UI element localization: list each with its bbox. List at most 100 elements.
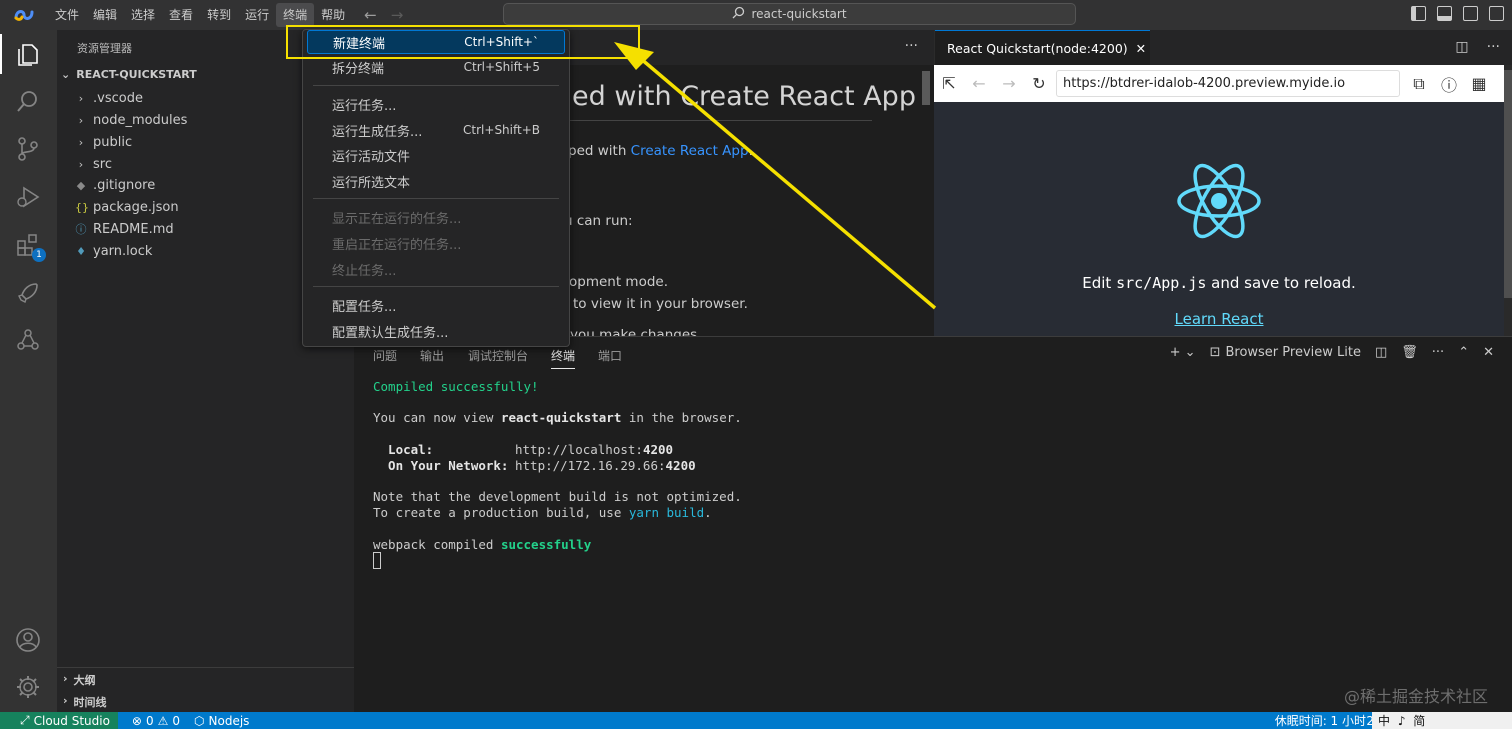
menu-item-run-selected-text[interactable]: 运行所选文本 bbox=[307, 169, 565, 193]
idle-time[interactable]: 休眠时间: 1 小时 bbox=[1275, 712, 1366, 729]
explorer-icon[interactable] bbox=[0, 34, 42, 74]
run-debug-icon[interactable] bbox=[14, 183, 42, 211]
preview-tab-actions: ◫ ··· bbox=[1455, 39, 1500, 55]
terminal-note-1: Note that the development build is not o… bbox=[373, 489, 742, 504]
outline-section[interactable]: › 大纲 bbox=[63, 672, 96, 688]
toggle-sidebar-icon[interactable] bbox=[1411, 6, 1426, 21]
readme-line-2: u can run: bbox=[564, 213, 633, 229]
terminal-name: Browser Preview Lite bbox=[1225, 345, 1361, 360]
menu-run[interactable]: 运行 bbox=[238, 3, 276, 27]
env-label: Nodejs bbox=[208, 713, 250, 728]
menu-item-label: 配置任务... bbox=[332, 299, 397, 315]
terminal-cursor[interactable] bbox=[373, 552, 381, 569]
menu-item-run-active-file[interactable]: 运行活动文件 bbox=[307, 143, 565, 167]
forward-arrow-icon[interactable]: → bbox=[994, 74, 1024, 93]
term-port: 4200 bbox=[642, 442, 674, 457]
tree-item-node-modules[interactable]: › node_modules bbox=[75, 109, 188, 131]
menu-view[interactable]: 查看 bbox=[162, 3, 200, 27]
menu-item-label: 运行所选文本 bbox=[332, 175, 411, 191]
forward-arrow-icon[interactable]: → bbox=[391, 6, 404, 24]
remote-indicator[interactable]: ⤢ Cloud Studio bbox=[0, 712, 118, 729]
trash-icon[interactable]: 🗑 bbox=[1401, 345, 1418, 360]
back-arrow-icon[interactable]: ← bbox=[964, 74, 994, 93]
warning-count: 0 bbox=[172, 713, 181, 728]
command-center-search[interactable]: react-quickstart bbox=[503, 3, 1076, 25]
tree-item-yarn-lock[interactable]: ♦ yarn.lock bbox=[75, 240, 152, 262]
tree-item-readme[interactable]: ⓘ README.md bbox=[75, 218, 174, 240]
more-actions-icon[interactable]: ··· bbox=[1432, 345, 1444, 360]
ime-toolbar[interactable]: 中 ♪ 简 bbox=[1372, 712, 1512, 729]
open-external-icon[interactable]: ⇱ bbox=[934, 74, 964, 93]
url-input[interactable]: https://btdrer-idalob-4200.preview.myide… bbox=[1056, 70, 1400, 97]
rocket-icon[interactable] bbox=[14, 279, 42, 307]
menu-separator bbox=[313, 85, 559, 86]
settings-gear-icon[interactable] bbox=[14, 673, 42, 701]
preview-scrollbar[interactable] bbox=[1504, 70, 1512, 298]
more-actions-icon[interactable]: ··· bbox=[905, 38, 918, 54]
preview-tab-title: React Quickstart(node:4200) bbox=[947, 40, 1128, 56]
terminal-selector[interactable]: ⊡ Browser Preview Lite bbox=[1210, 345, 1361, 360]
tree-item-public[interactable]: › public bbox=[75, 131, 132, 153]
tree-item-vscode[interactable]: › .vscode bbox=[75, 87, 143, 109]
menu-item-configure-tasks[interactable]: 配置任务... bbox=[307, 293, 565, 317]
terminal-local-url[interactable]: http://localhost:4200 bbox=[515, 442, 673, 457]
copy-icon[interactable]: ⧉ bbox=[1404, 74, 1434, 94]
menu-file[interactable]: 文件 bbox=[48, 3, 86, 27]
menu-item-configure-default-build-task[interactable]: 配置默认生成任务... bbox=[307, 319, 565, 343]
tab-react-quickstart[interactable]: React Quickstart(node:4200) ✕ bbox=[935, 30, 1150, 65]
tab-terminal[interactable]: 终端 bbox=[551, 347, 576, 369]
menu-item-run-build-task[interactable]: 运行生成任务... Ctrl+Shift+B bbox=[307, 118, 565, 142]
close-icon[interactable]: ✕ bbox=[1136, 41, 1146, 56]
remote-icon: ⤢ bbox=[20, 713, 30, 727]
project-root[interactable]: ⌄ REACT-QUICKSTART bbox=[61, 68, 197, 81]
search-icon[interactable] bbox=[14, 88, 42, 116]
terminal-local-label: Local: bbox=[373, 442, 434, 457]
menu-item-run-task[interactable]: 运行任务... bbox=[307, 92, 565, 116]
menu-terminal[interactable]: 终端 bbox=[276, 3, 315, 27]
tab-output[interactable]: 输出 bbox=[420, 347, 444, 364]
back-arrow-icon[interactable]: ← bbox=[364, 6, 377, 24]
menu-selection[interactable]: 选择 bbox=[124, 3, 162, 27]
tree-item-label: .vscode bbox=[93, 90, 143, 106]
toggle-secondary-sidebar-icon[interactable] bbox=[1463, 6, 1478, 21]
split-editor-icon[interactable]: ◫ bbox=[1455, 39, 1468, 55]
problems-status[interactable]: ⊗ 0 ⚠ 0 bbox=[132, 714, 180, 728]
tree-item-package-json[interactable]: {} package.json bbox=[75, 196, 179, 218]
env-status[interactable]: ⬡ Nodejs bbox=[194, 714, 249, 728]
tree-item-src[interactable]: › src bbox=[75, 153, 112, 175]
maximize-panel-icon[interactable]: ⌃ bbox=[1458, 345, 1469, 360]
terminal-network-url[interactable]: http://172.16.29.66:4200 bbox=[515, 458, 696, 473]
tree-item-label: package.json bbox=[93, 199, 179, 215]
customize-layout-icon[interactable] bbox=[1489, 6, 1504, 21]
split-terminal-icon[interactable]: ◫ bbox=[1375, 345, 1387, 360]
terminal-view-line: You can now view react-quickstart in the… bbox=[373, 410, 742, 425]
readme-line-3: opment mode. bbox=[569, 274, 669, 290]
menu-edit[interactable]: 编辑 bbox=[86, 3, 124, 27]
tab-problems[interactable]: 问题 bbox=[373, 347, 397, 364]
timeline-section[interactable]: › 时间线 bbox=[63, 694, 107, 710]
extensions-icon[interactable]: 1 bbox=[14, 231, 46, 262]
menu-item-label: 拆分终端 bbox=[332, 61, 385, 77]
close-panel-icon[interactable]: ✕ bbox=[1483, 345, 1494, 360]
qr-code-icon[interactable]: ▦ bbox=[1464, 74, 1494, 93]
project-name: REACT-QUICKSTART bbox=[76, 68, 197, 81]
account-icon[interactable] bbox=[14, 626, 42, 654]
cloud-services-icon[interactable] bbox=[14, 326, 42, 354]
more-actions-icon[interactable]: ··· bbox=[1487, 39, 1500, 55]
tab-ports[interactable]: 端口 bbox=[598, 347, 622, 364]
editor-scrollbar[interactable] bbox=[922, 71, 930, 105]
source-control-icon[interactable] bbox=[14, 135, 42, 163]
toggle-panel-icon[interactable] bbox=[1437, 6, 1452, 21]
menu-go[interactable]: 转到 bbox=[200, 3, 238, 27]
outline-label: 大纲 bbox=[73, 674, 96, 687]
reload-icon[interactable]: ↻ bbox=[1024, 74, 1054, 93]
tab-debug-console[interactable]: 调试控制台 bbox=[468, 347, 528, 364]
new-terminal-plus-icon[interactable]: + ⌄ bbox=[1170, 345, 1196, 360]
menu-help[interactable]: 帮助 bbox=[314, 3, 352, 27]
term-url: http://localhost: bbox=[515, 442, 643, 457]
terminal-webpack-line: webpack compiled successfully bbox=[373, 537, 591, 552]
create-react-app-link[interactable]: Create React App bbox=[631, 143, 749, 159]
learn-react-link[interactable]: Learn React bbox=[934, 310, 1504, 328]
tree-item-gitignore[interactable]: ◆ .gitignore bbox=[75, 174, 155, 196]
help-icon[interactable]: ⓘ bbox=[1434, 72, 1464, 96]
